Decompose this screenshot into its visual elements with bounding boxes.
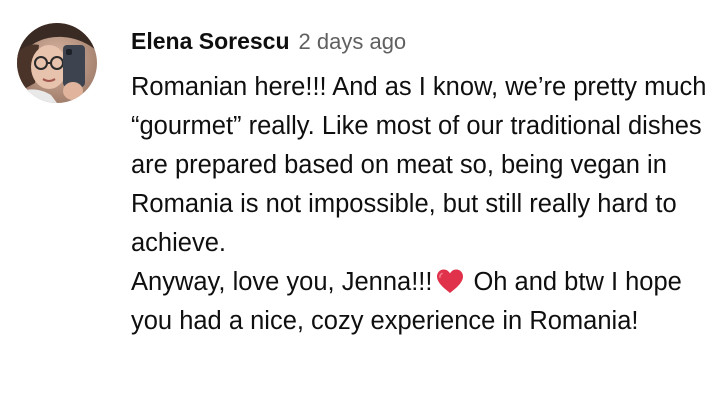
comment-header: Elena Sorescu 2 days ago [131, 28, 711, 58]
comment-paragraph-2: Anyway, love you, Jenna!!! Oh and btw I h… [131, 263, 711, 341]
comment-thread-item: Elena Sorescu 2 days ago Romanian here!!… [0, 0, 722, 402]
author-avatar[interactable] [17, 23, 97, 103]
heart-icon [435, 268, 465, 294]
comment-text-before-emoji: Anyway, love you, Jenna!!! [131, 268, 433, 296]
comment-paragraph-1: Romanian here!!! And as I know, we’re pr… [131, 73, 707, 257]
comment-timestamp[interactable]: 2 days ago [299, 29, 407, 55]
avatar-photo [17, 23, 97, 103]
author-name[interactable]: Elena Sorescu [131, 28, 290, 55]
comment-text: Romanian here!!! And as I know, we’re pr… [131, 68, 711, 341]
comment-content: Elena Sorescu 2 days ago Romanian here!!… [131, 28, 711, 341]
